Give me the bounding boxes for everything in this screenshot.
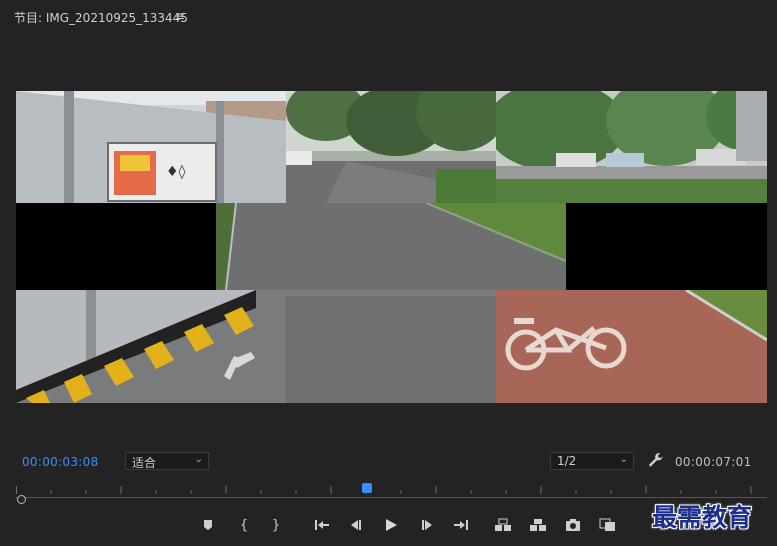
go-to-in-icon <box>315 520 329 530</box>
playhead-handle[interactable] <box>362 483 372 493</box>
comparison-view-icon <box>599 518 615 531</box>
step-forward-icon <box>422 520 432 530</box>
panel-header: 节目: IMG_20210925_133445 ≡ <box>0 0 777 34</box>
chevron-down-icon: ⌄ <box>194 454 203 465</box>
video-tile-middle-left <box>16 203 216 290</box>
svg-text:♦◊: ♦◊ <box>166 164 186 180</box>
watermark-logo: 最需教育 <box>652 503 753 532</box>
fit-zoom-select[interactable]: 适合 ⌄ <box>125 452 209 470</box>
lift-button[interactable] <box>492 514 514 536</box>
video-tile-top-right <box>496 91 767 203</box>
program-monitor-title[interactable]: 节目: IMG_20210925_133445 <box>14 9 188 26</box>
export-frame-icon <box>566 519 580 531</box>
add-marker-icon <box>204 520 212 530</box>
video-tile-center <box>216 203 566 290</box>
step-back-icon <box>351 520 361 530</box>
resolution-label: 1/2 <box>557 454 577 468</box>
lift-icon <box>495 518 511 531</box>
step-back-button[interactable] <box>345 514 367 536</box>
playback-resolution-select[interactable]: 1/2 ⌄ <box>550 452 634 470</box>
fit-zoom-label: 适合 <box>132 456 157 470</box>
current-timecode[interactable]: 00:00:03:08 <box>22 455 99 469</box>
extract-icon <box>530 519 546 531</box>
mark-in-button[interactable]: { <box>233 514 255 536</box>
go-to-out-icon <box>454 520 468 530</box>
program-monitor-frame[interactable]: ♦◊ <box>16 91 767 403</box>
video-tile-top-middle <box>286 91 496 203</box>
go-to-out-button[interactable] <box>450 514 472 536</box>
wrench-settings-icon[interactable] <box>648 452 664 468</box>
go-to-in-button[interactable] <box>311 514 333 536</box>
hamburger-menu-icon[interactable]: ≡ <box>175 9 185 23</box>
road-image-top <box>286 91 496 203</box>
ruler-ticks <box>16 486 752 494</box>
zoom-scroll-handle[interactable] <box>17 495 26 504</box>
mark-out-button[interactable]: } <box>265 514 287 536</box>
play-icon <box>386 519 397 531</box>
comparison-view-button[interactable] <box>597 514 619 536</box>
video-tile-bottom-right <box>496 290 767 403</box>
extract-button[interactable] <box>527 514 549 536</box>
duration-timecode: 00:00:07:01 <box>675 455 752 469</box>
wall-image: ♦◊ <box>16 91 286 203</box>
video-tile-bottom-middle <box>286 290 496 403</box>
video-tile-top-left: ♦◊ <box>16 91 286 203</box>
bike-lane-image <box>496 290 767 403</box>
mark-out-icon: } <box>271 517 281 533</box>
play-button[interactable] <box>380 514 402 536</box>
monitor-controls: 00:00:03:08 适合 ⌄ 1/2 ⌄ 00:00:07:01 <box>0 448 777 474</box>
export-frame-button[interactable] <box>562 514 584 536</box>
step-forward-button[interactable] <box>416 514 438 536</box>
mark-in-icon: { <box>239 517 249 533</box>
striped-curb-image <box>16 290 286 403</box>
add-marker-button[interactable] <box>197 514 219 536</box>
chevron-down-icon: ⌄ <box>619 454 628 465</box>
trees-image <box>496 91 767 203</box>
road-image-center <box>216 203 566 290</box>
video-tile-bottom-left <box>16 290 286 403</box>
video-tile-middle-right <box>566 203 767 290</box>
road-image-bottom <box>286 290 496 403</box>
